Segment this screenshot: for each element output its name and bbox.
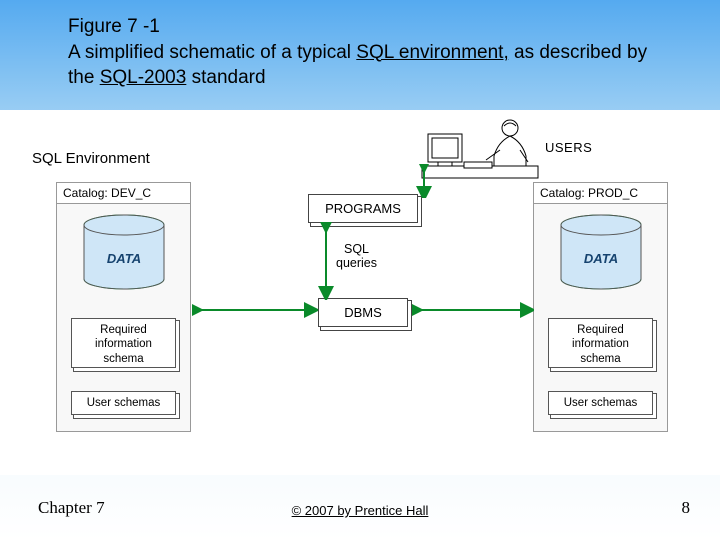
- users-label: USERS: [545, 140, 592, 155]
- arrow-user-programs: [415, 164, 433, 198]
- catalog-dev: Catalog: DEV_C DATA Required information…: [56, 182, 191, 432]
- data-cylinder-icon: DATA: [556, 213, 646, 293]
- catalog-prod-header: Catalog: PROD_C: [534, 183, 667, 204]
- figure-title: Figure 7 -1 A simplified schematic of a …: [68, 14, 660, 91]
- catalog-prod: Catalog: PROD_C DATA Required informatio…: [533, 182, 668, 432]
- arrow-programs-dbms: [318, 222, 334, 300]
- programs-box: PROGRAMS: [308, 194, 418, 223]
- arrow-dbms-left: [192, 302, 318, 318]
- data-label: DATA: [556, 251, 646, 266]
- user-schemas-box: User schemas: [71, 391, 176, 415]
- figure-number: Figure 7 -1: [68, 16, 160, 37]
- diagram-canvas: SQL Environment USERS PROGRAMS SQL queri…: [0, 110, 720, 475]
- user-schemas-box: User schemas: [548, 391, 653, 415]
- arrow-dbms-right: [412, 302, 534, 318]
- data-label: DATA: [79, 251, 169, 266]
- user-computer-illustration: [420, 116, 540, 181]
- footer-copyright: © 2007 by Prentice Hall: [0, 503, 720, 518]
- dbms-box: DBMS: [318, 298, 408, 327]
- page-number: 8: [682, 498, 691, 518]
- data-cylinder-icon: DATA: [79, 213, 169, 293]
- required-schema-box: Required information schema: [71, 318, 176, 368]
- required-schema-box: Required information schema: [548, 318, 653, 368]
- catalog-dev-header: Catalog: DEV_C: [57, 183, 190, 204]
- sql-queries-label: SQL queries: [336, 242, 377, 271]
- sql-environment-label: SQL Environment: [32, 150, 150, 167]
